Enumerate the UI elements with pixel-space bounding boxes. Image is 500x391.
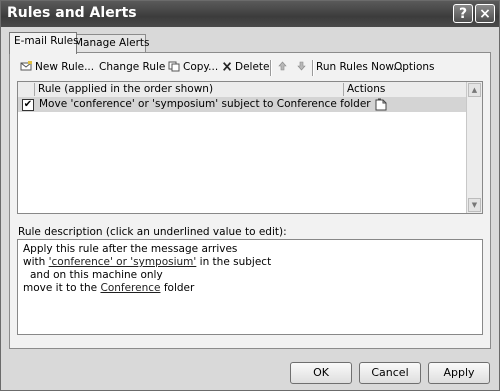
rules-list-header: Rule (applied in the order shown) Action… xyxy=(18,82,466,98)
move-down-button[interactable] xyxy=(297,61,306,74)
rule-description-label: Rule description (click an underlined va… xyxy=(18,226,287,238)
conference-folder-link[interactable]: Conference xyxy=(100,282,160,294)
toolbar-separator xyxy=(312,60,314,76)
rule-row[interactable]: ✔ Move 'conference' or 'symposium' subje… xyxy=(18,97,466,112)
title-bar[interactable]: Rules and Alerts ? × xyxy=(1,1,499,27)
toolbar-separator xyxy=(270,60,272,76)
column-divider xyxy=(34,83,35,96)
column-header-rule[interactable]: Rule (applied in the order shown) xyxy=(38,83,213,95)
ok-button[interactable]: OK xyxy=(290,362,352,384)
scroll-up-button[interactable]: ▲ xyxy=(468,83,481,97)
scroll-down-button[interactable]: ▼ xyxy=(468,198,481,212)
rule-enabled-checkbox[interactable]: ✔ xyxy=(22,99,34,111)
column-divider xyxy=(343,83,344,96)
subject-words-link[interactable]: 'conference' or 'symposium' xyxy=(49,256,197,268)
column-header-actions[interactable]: Actions xyxy=(347,83,385,95)
new-rule-label: New Rule... xyxy=(35,61,95,73)
rule-description-box: Apply this rule after the message arrive… xyxy=(17,239,483,335)
tab-manage-alerts[interactable]: Manage Alerts xyxy=(69,34,150,53)
description-line: and on this machine only xyxy=(30,269,163,281)
run-rules-now-button[interactable]: Run Rules Now... xyxy=(316,61,403,73)
action-move-icon xyxy=(375,98,387,111)
dialog-title: Rules and Alerts xyxy=(7,5,137,21)
move-up-button[interactable] xyxy=(278,61,287,74)
change-rule-button[interactable]: Change Rule xyxy=(99,61,175,73)
rule-name: Move 'conference' or 'symposium' subject… xyxy=(39,98,371,110)
rules-and-alerts-dialog: Rules and Alerts ? × E-mail Rules Manage… xyxy=(0,0,500,391)
rules-list-scrollbar[interactable]: ▲ ▼ xyxy=(466,82,482,213)
delete-button[interactable]: Delete xyxy=(222,61,270,73)
new-rule-button[interactable]: New Rule... xyxy=(20,61,94,73)
change-rule-label: Change Rule xyxy=(99,61,166,73)
description-line: with 'conference' or 'symposium' in the … xyxy=(23,256,272,268)
copy-icon xyxy=(168,61,180,72)
description-line: Apply this rule after the message arrive… xyxy=(23,243,238,255)
delete-label: Delete xyxy=(235,61,270,73)
new-rule-icon xyxy=(20,61,32,71)
copy-button[interactable]: Copy... xyxy=(168,61,218,73)
email-rules-panel: New Rule... Change Rule Copy... Delete R… xyxy=(9,52,491,349)
tab-email-rules[interactable]: E-mail Rules xyxy=(9,32,79,54)
cancel-button[interactable]: Cancel xyxy=(359,362,421,384)
apply-button[interactable]: Apply xyxy=(428,362,490,384)
copy-label: Copy... xyxy=(183,61,219,73)
rules-list[interactable]: Rule (applied in the order shown) Action… xyxy=(17,81,483,214)
move-down-icon xyxy=(297,61,306,71)
move-up-icon xyxy=(278,61,287,71)
close-button[interactable]: × xyxy=(475,4,495,23)
help-button[interactable]: ? xyxy=(453,4,473,23)
description-line: move it to the Conference folder xyxy=(23,282,195,294)
delete-icon xyxy=(223,62,232,71)
options-button[interactable]: Options xyxy=(394,61,435,73)
